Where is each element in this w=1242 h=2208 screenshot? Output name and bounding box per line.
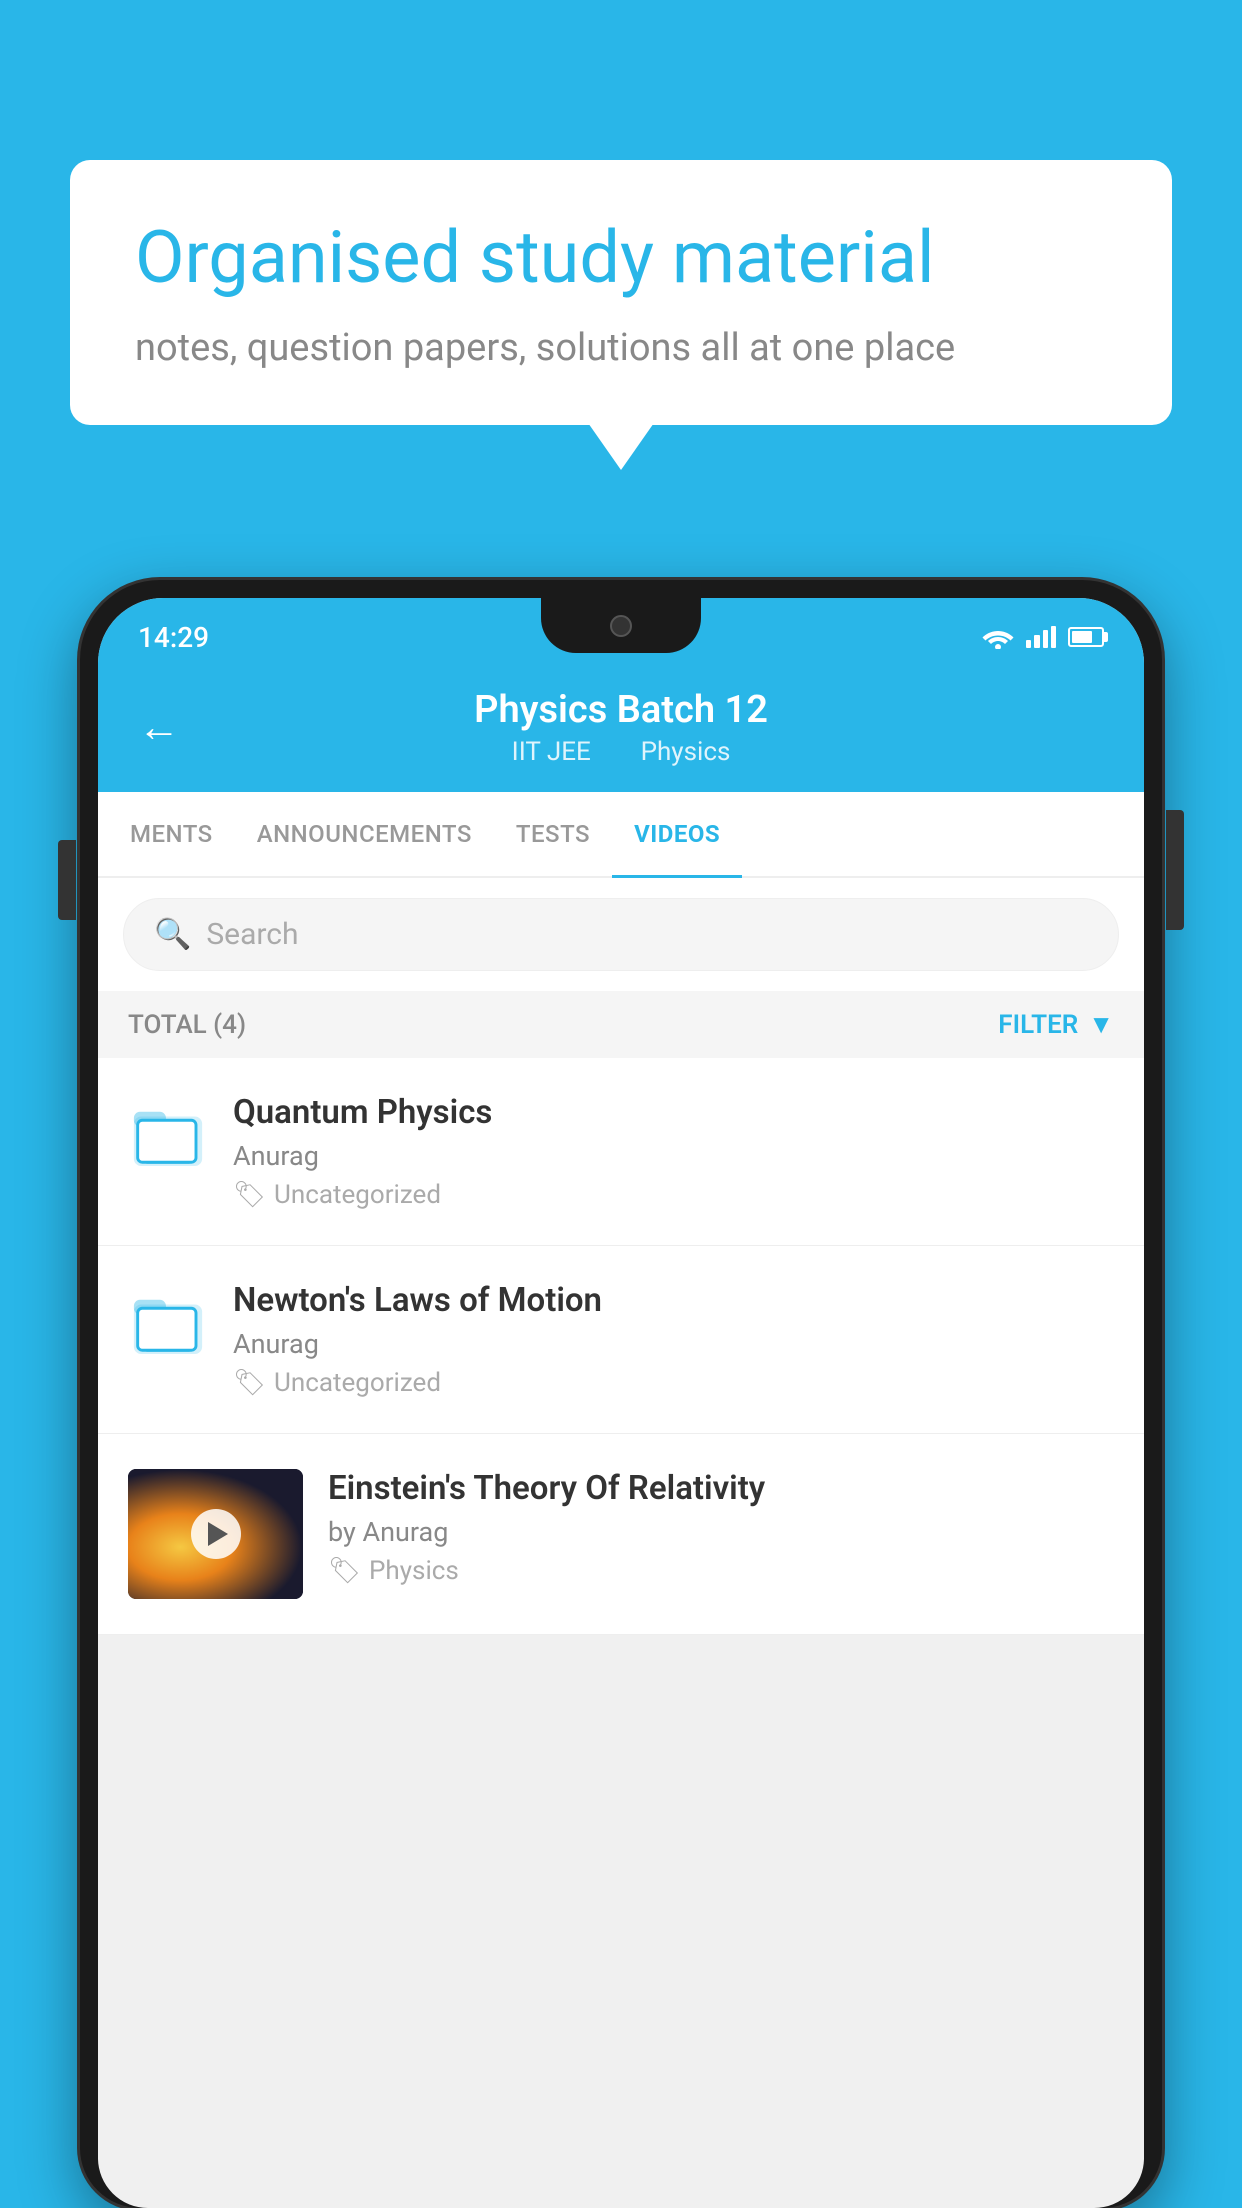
tag-label: Uncategorized: [274, 1368, 441, 1398]
back-button[interactable]: ←: [138, 703, 180, 752]
play-button[interactable]: [191, 1509, 241, 1559]
filter-icon: ▼: [1088, 1009, 1114, 1040]
list-item[interactable]: Einstein's Theory Of Relativity by Anura…: [98, 1434, 1144, 1635]
item-author: Anurag: [233, 1140, 1114, 1172]
phone-outer: 14:29: [80, 580, 1162, 2208]
phone-notch: [541, 598, 701, 653]
notch-camera: [610, 615, 632, 637]
tag-icon: 🏷: [233, 1180, 266, 1210]
status-icons: [982, 625, 1104, 649]
speech-bubble: Organised study material notes, question…: [70, 160, 1172, 425]
search-icon: 🔍: [154, 917, 191, 952]
item-icon-wrap: [128, 1281, 208, 1366]
item-title: Quantum Physics: [233, 1093, 1114, 1132]
tab-videos[interactable]: VIDEOS: [612, 792, 742, 876]
search-bar[interactable]: 🔍 Search: [123, 898, 1119, 971]
item-title: Newton's Laws of Motion: [233, 1281, 1114, 1320]
app-header: ← Physics Batch 12 IIT JEE Physics: [98, 668, 1144, 792]
tab-announcements[interactable]: ANNOUNCEMENTS: [235, 792, 494, 876]
phone-wrapper: 14:29: [80, 580, 1162, 2208]
tag-icon: 🏷: [328, 1556, 361, 1586]
play-triangle-icon: [208, 1522, 228, 1546]
list-item[interactable]: Quantum Physics Anurag 🏷 Uncategorized: [98, 1058, 1144, 1246]
subtitle-iitjee: IIT JEE: [512, 737, 591, 767]
filter-bar: TOTAL (4) FILTER ▼: [98, 991, 1144, 1058]
thumb-bg: [128, 1469, 303, 1599]
bubble-title: Organised study material: [135, 215, 1107, 301]
folder-icon: [133, 1101, 203, 1171]
speech-bubble-container: Organised study material notes, question…: [70, 160, 1172, 425]
filter-label: FILTER: [998, 1010, 1078, 1040]
app-background: Organised study material notes, question…: [0, 0, 1242, 2208]
search-placeholder: Search: [206, 917, 298, 952]
tab-ments[interactable]: MENTS: [108, 792, 235, 876]
header-title: Physics Batch 12: [210, 688, 1032, 732]
header-subtitle: IIT JEE Physics: [210, 737, 1032, 767]
video-thumbnail: [128, 1469, 303, 1599]
battery-icon: [1068, 627, 1104, 647]
tag-label: Physics: [369, 1556, 459, 1586]
tabs-container: MENTS ANNOUNCEMENTS TESTS VIDEOS: [98, 792, 1144, 878]
status-time: 14:29: [138, 621, 209, 654]
item-details: Newton's Laws of Motion Anurag 🏷 Uncateg…: [233, 1281, 1114, 1398]
battery-fill: [1072, 631, 1092, 643]
signal-icon: [1026, 626, 1056, 648]
subtitle-physics: Physics: [641, 737, 731, 767]
search-container: 🔍 Search: [98, 878, 1144, 991]
tag-label: Uncategorized: [274, 1180, 441, 1210]
tag-icon: 🏷: [233, 1368, 266, 1398]
bubble-subtitle: notes, question papers, solutions all at…: [135, 326, 1107, 370]
folder-icon: [133, 1289, 203, 1359]
phone-screen: 14:29: [98, 598, 1144, 2208]
list-item[interactable]: Newton's Laws of Motion Anurag 🏷 Uncateg…: [98, 1246, 1144, 1434]
item-author: by Anurag: [328, 1516, 1114, 1548]
item-tag: 🏷 Uncategorized: [233, 1368, 1114, 1398]
item-icon-wrap: [128, 1093, 208, 1178]
item-tag: 🏷 Uncategorized: [233, 1180, 1114, 1210]
filter-button[interactable]: FILTER ▼: [998, 1009, 1114, 1040]
header-center: Physics Batch 12 IIT JEE Physics: [210, 688, 1032, 767]
content-list: Quantum Physics Anurag 🏷 Uncategorized: [98, 1058, 1144, 1635]
wifi-icon: [982, 625, 1014, 649]
tab-tests[interactable]: TESTS: [494, 792, 612, 876]
item-title: Einstein's Theory Of Relativity: [328, 1469, 1114, 1508]
item-details: Einstein's Theory Of Relativity by Anura…: [328, 1469, 1114, 1586]
total-count: TOTAL (4): [128, 1010, 246, 1040]
item-author: Anurag: [233, 1328, 1114, 1360]
item-details: Quantum Physics Anurag 🏷 Uncategorized: [233, 1093, 1114, 1210]
item-tag: 🏷 Physics: [328, 1556, 1114, 1586]
